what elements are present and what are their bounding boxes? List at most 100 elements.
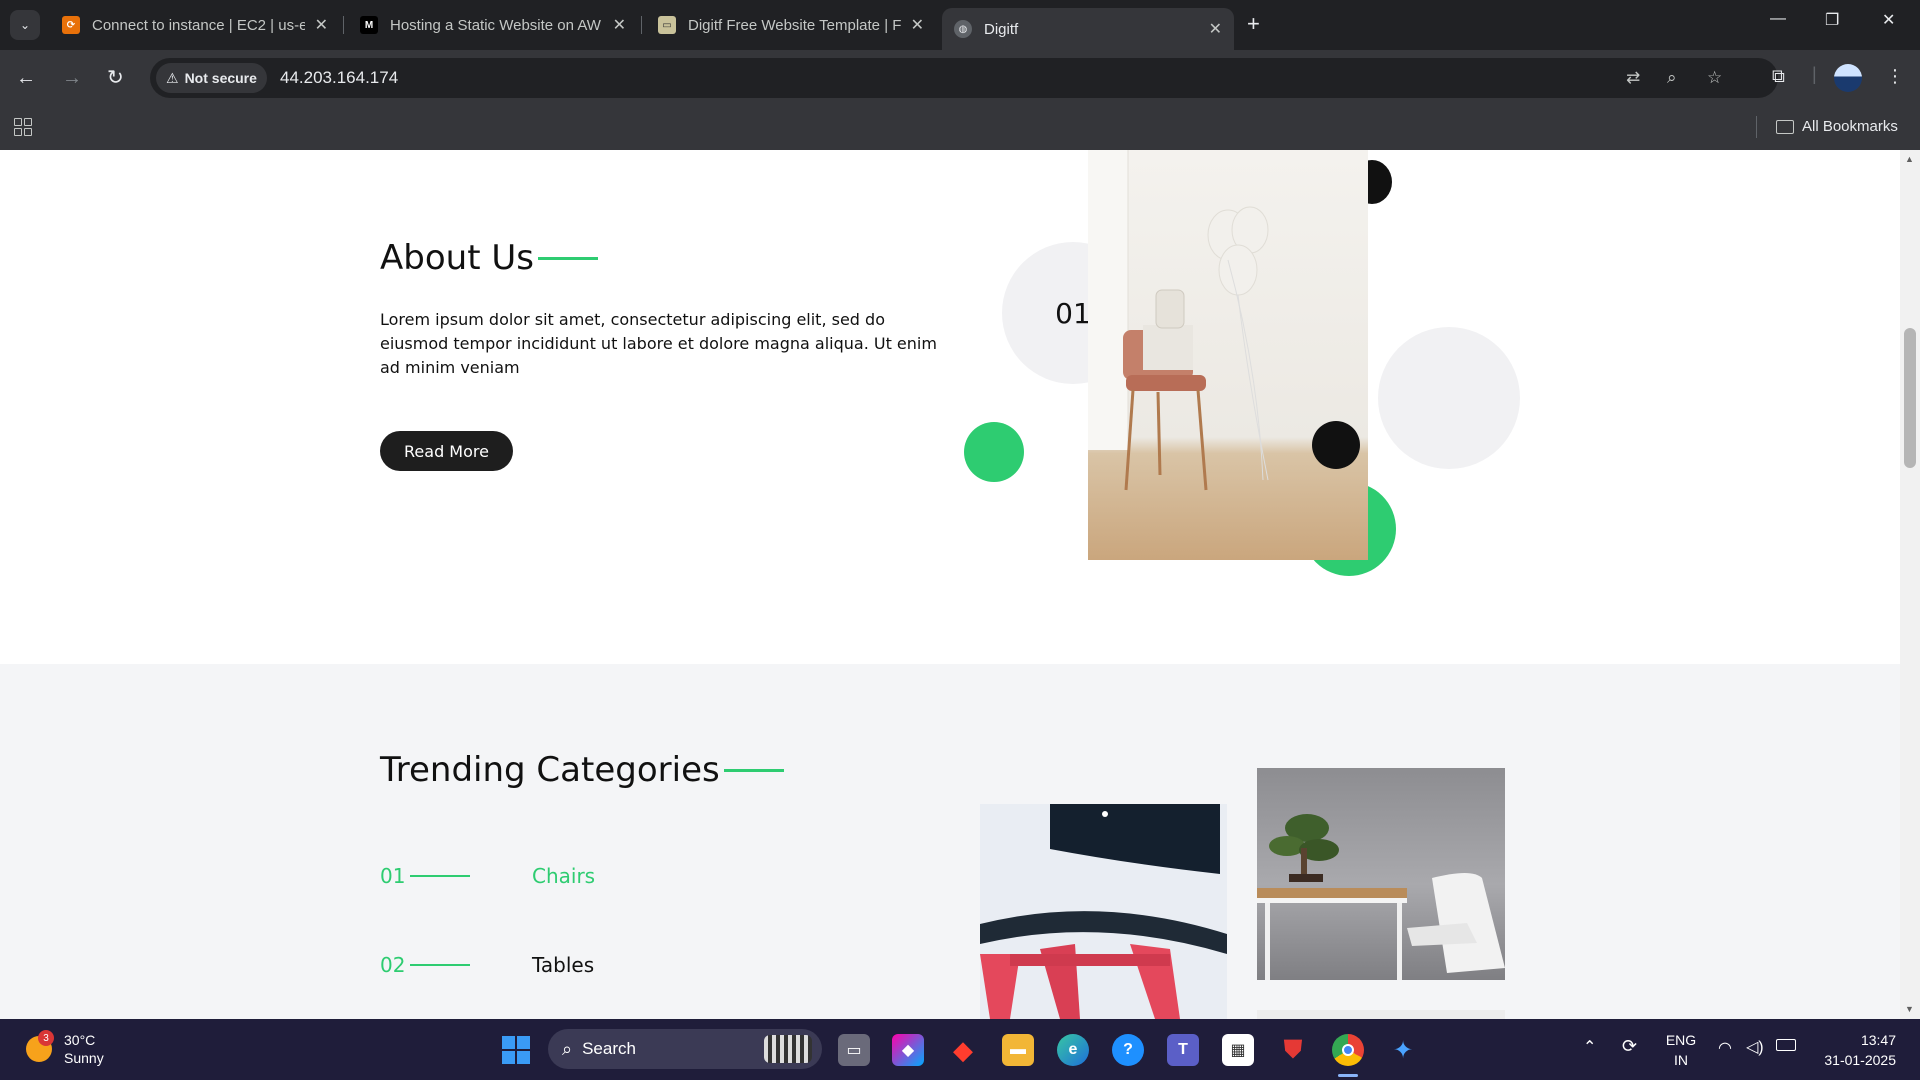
windows-start-icon[interactable] (502, 1036, 530, 1064)
language-code: ENG (1665, 1032, 1697, 1048)
folder-icon (1776, 119, 1794, 134)
template-site-icon: ▭ (658, 16, 676, 34)
category-image-bonsai-table (1257, 768, 1505, 980)
new-tab-button[interactable]: + (1247, 12, 1260, 36)
task-view-icon[interactable]: ▭ (838, 1034, 870, 1066)
medium-icon: M (360, 16, 378, 34)
tab-title: Hosting a Static Website on AW (390, 16, 601, 34)
close-window-icon[interactable]: ✕ (1882, 10, 1895, 30)
help-icon[interactable]: ? (1112, 1034, 1144, 1066)
zoom-icon[interactable]: ⌕ (1667, 68, 1677, 88)
globe-icon: ◍ (954, 20, 972, 38)
scroll-up-icon[interactable]: ▲ (1905, 154, 1914, 164)
about-image-chair-balloons (1088, 150, 1368, 560)
read-more-button[interactable]: Read More (380, 431, 513, 471)
close-tab-icon[interactable]: ✕ (911, 15, 924, 35)
warning-icon: ⚠ (166, 69, 179, 86)
close-tab-icon[interactable]: ✕ (315, 15, 328, 35)
browser-toolbar: ← → ↻ ⚠ Not secure 44.203.164.174 ⇄ ⌕ ☆ … (0, 50, 1920, 106)
heading-accent-line (723, 768, 784, 772)
snip-tool-icon[interactable]: ✦ (1387, 1034, 1419, 1066)
search-highlight-image (764, 1035, 812, 1063)
tab-title: Digitf Free Website Template | F (688, 16, 901, 34)
restore-icon[interactable]: ❐ (1825, 10, 1839, 30)
tab-digitf[interactable]: ◍ Digitf ✕ (942, 8, 1234, 50)
active-app-indicator (1338, 1074, 1358, 1077)
tab-medium[interactable]: M Hosting a Static Website on AW ✕ (348, 8, 638, 42)
forward-icon[interactable]: → (62, 66, 82, 90)
minimize-icon[interactable]: — (1770, 10, 1786, 28)
sync-icon[interactable]: ⟳ (1622, 1036, 1637, 1057)
reload-icon[interactable]: ↻ (107, 66, 124, 90)
security-chip[interactable]: ⚠ Not secure (156, 63, 267, 93)
bookmark-star-icon[interactable]: ☆ (1707, 68, 1722, 88)
clock-time: 13:47 (1860, 1032, 1896, 1048)
weather-temp: 30°C (64, 1032, 96, 1048)
weather-widget[interactable]: 3 30°C Sunny (26, 1030, 104, 1067)
category-number: 01 (380, 864, 406, 888)
region-code: IN (1674, 1052, 1688, 1068)
mcafee-icon[interactable]: ⛊ (1277, 1034, 1309, 1066)
weather-condition: Sunny (64, 1050, 104, 1066)
tab-ec2[interactable]: ⟳ Connect to instance | EC2 | us-e ✕ (50, 8, 340, 42)
address-bar[interactable]: ⚠ Not secure 44.203.164.174 ⇄ ⌕ ☆ (150, 58, 1778, 98)
back-icon[interactable]: ← (16, 66, 36, 90)
search-icon: ⌕ (562, 1038, 573, 1059)
category-number: 02 (380, 953, 406, 977)
volume-icon[interactable]: ◁) (1746, 1037, 1764, 1057)
url-text[interactable]: 44.203.164.174 (280, 68, 398, 88)
about-number: 01 (1055, 296, 1091, 330)
all-bookmarks-label: All Bookmarks (1802, 118, 1898, 135)
copilot-icon[interactable]: ◆ (892, 1034, 924, 1066)
show-hidden-icons[interactable]: ⌃ (1583, 1037, 1596, 1057)
sunny-icon: 3 (26, 1030, 54, 1062)
bonsai-table-illustration (1257, 814, 1505, 980)
aws-console-icon: ⟳ (62, 16, 80, 34)
page-scrollbar[interactable]: ▲ ▼ (1900, 150, 1920, 1019)
clock[interactable]: 13:47 31-01-2025 (1816, 1030, 1896, 1070)
translate-icon[interactable]: ⇄ (1626, 68, 1640, 88)
wifi-icon[interactable]: ◠ (1718, 1038, 1732, 1058)
apps-grid-icon[interactable] (14, 118, 32, 136)
tab-template[interactable]: ▭ Digitf Free Website Template | F ✕ (646, 8, 936, 42)
tab-search-button[interactable]: ⌄ (10, 10, 40, 40)
trending-section: Trending Categories 01 Chairs 02 Tables (0, 664, 1900, 1019)
toolbar-divider: | (1812, 64, 1817, 84)
category-item-chairs[interactable]: 01 Chairs (380, 864, 595, 888)
security-label: Not secure (184, 70, 257, 86)
category-name[interactable]: Tables (532, 953, 594, 977)
ai-app-icon[interactable]: ◆ (947, 1034, 979, 1066)
chevron-down-icon: ⌄ (19, 18, 31, 32)
scroll-down-icon[interactable]: ▼ (1905, 1004, 1914, 1014)
taskbar-search[interactable]: ⌕ Search (548, 1029, 822, 1069)
tab-strip: ⌄ ⟳ Connect to instance | EC2 | us-e ✕ M… (0, 0, 1920, 50)
chair-balloons-illustration (1088, 150, 1360, 491)
trending-title-text: Trending Categories (380, 750, 720, 790)
notification-badge: 3 (38, 1030, 54, 1046)
about-paragraph: Lorem ipsum dolor sit amet, consectetur … (380, 310, 937, 377)
store-icon[interactable]: ▦ (1222, 1034, 1254, 1066)
all-bookmarks-button[interactable]: All Bookmarks (1776, 118, 1898, 135)
close-tab-icon[interactable]: ✕ (1209, 19, 1222, 39)
profile-avatar[interactable] (1834, 64, 1862, 92)
file-explorer-icon[interactable]: ▬ (1002, 1034, 1034, 1066)
language-indicator[interactable]: ENG IN (1664, 1030, 1698, 1070)
trending-heading: Trending Categories (380, 750, 784, 790)
teams-icon[interactable]: T (1167, 1034, 1199, 1066)
category-line (410, 964, 470, 966)
search-placeholder: Search (582, 1039, 636, 1058)
tab-title: Digitf (984, 20, 1019, 38)
close-tab-icon[interactable]: ✕ (613, 15, 626, 35)
extensions-icon[interactable]: ⧉ (1772, 66, 1785, 87)
category-name[interactable]: Chairs (532, 864, 595, 888)
menu-kebab-icon[interactable]: ⋮ (1886, 66, 1904, 87)
battery-icon[interactable] (1776, 1039, 1796, 1051)
edge-icon[interactable]: e (1057, 1034, 1089, 1066)
decor-grey-circle (1378, 327, 1520, 469)
scroll-thumb[interactable] (1904, 328, 1916, 468)
clock-date: 31-01-2025 (1824, 1052, 1896, 1068)
category-item-tables[interactable]: 02 Tables (380, 953, 594, 977)
about-heading: About Us (380, 238, 598, 278)
chrome-icon[interactable] (1332, 1034, 1364, 1066)
category-line (410, 875, 470, 877)
